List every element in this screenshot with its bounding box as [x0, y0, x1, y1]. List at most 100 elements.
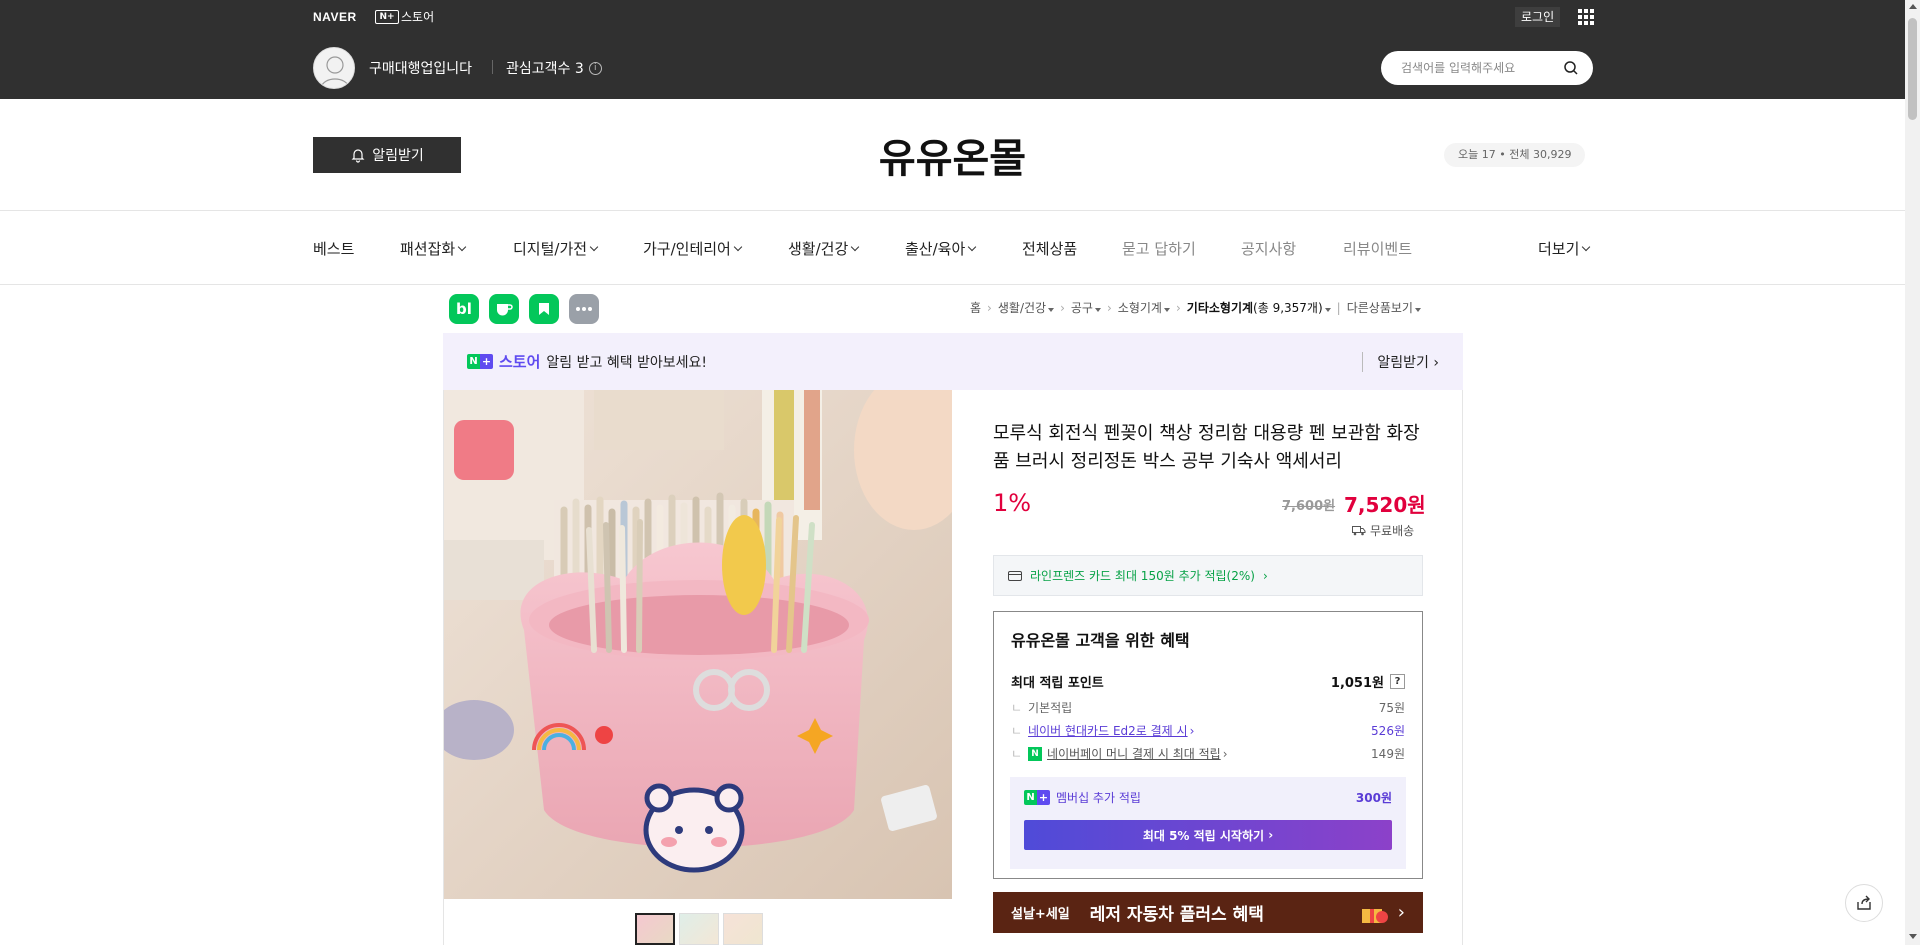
scroll-up-arrow-icon[interactable] [1909, 4, 1917, 9]
fans-label: 관심고객수 3 [506, 61, 584, 77]
info-icon[interactable]: i [588, 61, 602, 75]
membership-box: N + 멤버십 추가 적립 300원 최대 5% 적립 시작하기 › [1010, 777, 1406, 869]
breadcrumb-label: 기타소형기계 [1186, 301, 1254, 315]
thumbnail[interactable] [635, 913, 675, 945]
cafe-icon[interactable] [489, 294, 519, 324]
breadcrumb-count: (총 9,357개) [1253, 301, 1323, 315]
nav-item-review-event[interactable]: 리뷰이벤트 [1343, 238, 1412, 259]
nav-item-best[interactable]: 베스트 [313, 238, 354, 259]
search-input[interactable] [1401, 61, 1563, 75]
nav-label: 공지사항 [1241, 240, 1297, 258]
chevron-down-icon [1582, 242, 1591, 251]
chevron-down-icon [968, 242, 977, 251]
divider [0, 284, 1905, 285]
breadcrumb-item-current[interactable]: 기타소형기계(총 9,357개) [1187, 299, 1331, 316]
badge-n: N [467, 354, 480, 369]
nav-label: 베스트 [313, 240, 355, 258]
discount-rate: 1% [993, 489, 1032, 517]
nav-more-label: 더보기 [1538, 240, 1580, 258]
nav-label: 패션잡화 [400, 240, 456, 258]
divider [0, 210, 1905, 211]
gift-icon [1361, 908, 1388, 923]
nav-item-health[interactable]: 생활/건강 [788, 238, 860, 259]
nplus-store-link[interactable]: N+ 스토어 [375, 8, 434, 25]
nav-label: 전체상품 [1022, 240, 1078, 258]
breadcrumb: 홈 › 생활/건강 › 공구 › 소형기계 › 기타소형기계(총 9,357개) | 다른… [970, 299, 1421, 316]
nav-label: 디지털/가전 [513, 240, 588, 258]
avatar[interactable] [313, 47, 355, 89]
login-button[interactable]: 로그인 [1515, 7, 1561, 27]
benefit-row[interactable]: ㄴ N 네이버페이 머니 결제 시 최대 적립 › 149원 [1011, 745, 1405, 762]
promo-banner[interactable]: N + 스토어 알림 받고 혜택 받아보세요! 알림받기 › [443, 333, 1463, 390]
benefit-row[interactable]: ㄴ 네이버 현대카드 Ed2로 결제 시 › 526원 [1011, 722, 1405, 739]
nav-item-fashion[interactable]: 패션잡화 [400, 238, 467, 259]
truck-icon [1352, 526, 1366, 536]
category-nav: 베스트 패션잡화 디지털/가전 가구/인테리어 생활/건강 출산/육아 전체상품… [313, 238, 1593, 258]
promo-message: N + 스토어 알림 받고 혜택 받아보세요! [467, 351, 707, 372]
nav-item-notice[interactable]: 공지사항 [1241, 238, 1296, 259]
thumbnail[interactable] [723, 913, 763, 945]
nav-item-qna[interactable]: 묻고 답하기 [1122, 238, 1196, 259]
breadcrumb-item[interactable]: 공구 [1071, 299, 1101, 316]
chevron-down-icon [589, 242, 599, 251]
breadcrumb-label: 다른상품보기 [1346, 301, 1413, 315]
max-points-label: 최대 적립 포인트 [1011, 676, 1104, 691]
npay-icon: N [1028, 746, 1043, 761]
banner-tag: 설날+세일 [1011, 907, 1070, 922]
other-products-link[interactable]: 다른상품보기 [1347, 299, 1421, 316]
benefit-label[interactable]: 네이버 현대카드 Ed2로 결제 시 [1028, 722, 1188, 739]
visitor-count: 오늘 17 • 전체 30,929 [1444, 143, 1586, 167]
max-points-value: 1,051원 [1330, 676, 1384, 691]
nav-label: 가구/인테리어 [643, 240, 731, 258]
promo-store-label: 스토어 [499, 353, 541, 371]
membership-button-label: 최대 5% 적립 시작하기 [1142, 828, 1265, 843]
caret-down-icon [1048, 308, 1055, 312]
scroll-down-arrow-icon[interactable] [1909, 934, 1917, 939]
event-banner[interactable]: 설날+세일 레저 자동차 플러스 혜택 › [993, 892, 1423, 933]
caret-down-icon [1414, 308, 1421, 312]
apps-grid-icon[interactable] [1578, 9, 1594, 25]
bookmark-icon[interactable] [529, 294, 559, 324]
breadcrumb-label: 공구 [1070, 301, 1093, 315]
product-title: 모루식 회전식 펜꽂이 책상 정리함 대용량 펜 보관함 화장품 브러시 정리정… [993, 423, 1420, 472]
benefit-label[interactable]: 네이버페이 머니 결제 시 최대 적립 [1047, 745, 1221, 762]
share-icon [1857, 895, 1871, 910]
store-title[interactable]: 유유온몰 [0, 126, 1905, 184]
membership-start-button[interactable]: 최대 5% 적립 시작하기 › [1024, 820, 1392, 850]
help-icon[interactable]: ? [1390, 674, 1405, 689]
nav-item-digital[interactable]: 디지털/가전 [513, 238, 599, 259]
breadcrumb-item[interactable]: 생활/건강 [998, 299, 1055, 316]
cup-icon [497, 304, 513, 316]
nplus-badge-icon: N + [467, 354, 493, 369]
search-icon[interactable] [1563, 60, 1579, 76]
chevron-down-icon [457, 242, 467, 251]
breadcrumb-home[interactable]: 홈 [970, 299, 981, 316]
benefit-row: ㄴ 기본적립 75원 [1011, 701, 1405, 715]
nav-label: 묻고 답하기 [1122, 240, 1196, 258]
sale-price: 7,520원 [1344, 493, 1426, 517]
nav-more-button[interactable]: 더보기 [1538, 238, 1591, 259]
divider [492, 60, 493, 74]
scrollbar-thumb[interactable] [1908, 18, 1917, 120]
naver-logo[interactable]: NAVER [313, 10, 357, 24]
nav-item-baby[interactable]: 출산/육아 [905, 238, 977, 259]
scrollbar[interactable] [1905, 0, 1920, 945]
divider [1462, 390, 1463, 945]
nav-item-all-products[interactable]: 전체상품 [1022, 238, 1077, 259]
shipping-label: 무료배송 [1370, 524, 1415, 538]
benefit-value: 149원 [1371, 747, 1405, 761]
thumbnail[interactable] [679, 913, 719, 945]
nav-item-furniture[interactable]: 가구/인테리어 [643, 238, 743, 259]
more-icon[interactable] [569, 294, 599, 324]
share-button[interactable] [1845, 884, 1883, 922]
breadcrumb-item[interactable]: 소형기계 [1118, 299, 1170, 316]
store-owner-name[interactable]: 구매대행업입니다 [369, 58, 472, 78]
chevron-right-icon: › [1397, 902, 1405, 923]
promo-alarm-link[interactable]: 알림받기 › [1362, 351, 1439, 372]
chevron-down-icon [733, 242, 743, 251]
blog-icon[interactable]: bl [449, 294, 479, 324]
card-benefit-box[interactable]: 라인프렌즈 카드 최대 150원 추가 적립(2%) › [993, 555, 1423, 596]
product-image[interactable] [444, 390, 952, 899]
dots-icon [576, 307, 592, 311]
badge-plus: + [1037, 790, 1050, 805]
